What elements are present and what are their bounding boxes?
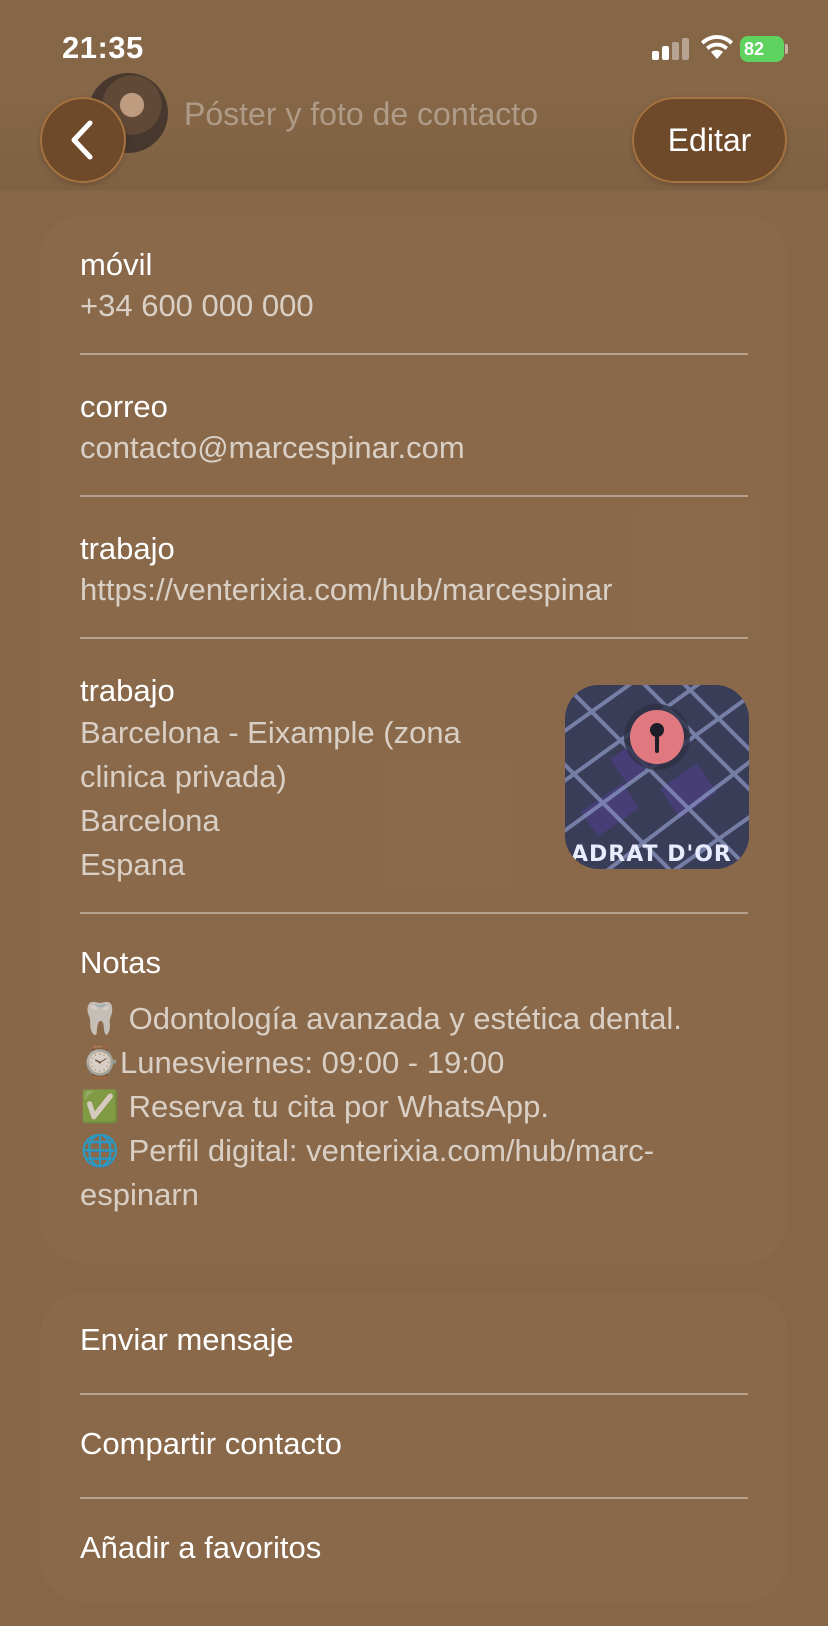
cellular-signal-icon xyxy=(652,38,692,60)
status-time: 21:35 xyxy=(62,30,144,65)
notes-label: Notas xyxy=(80,945,161,980)
wifi-icon xyxy=(700,34,734,60)
address-line: clinica privada) xyxy=(80,759,287,794)
add-favorite-button[interactable]: Añadir a favoritos xyxy=(80,1528,748,1568)
address-line: Barcelona xyxy=(80,803,220,838)
share-contact-button[interactable]: Compartir contacto xyxy=(80,1424,748,1464)
address-map-thumbnail[interactable]: ADRAT D'OR xyxy=(565,685,749,869)
notes-field[interactable]: Notas 🦷 Odontología avanzada y estética … xyxy=(80,943,748,1217)
notes-line-text: Odontología avanzada y estética dental. xyxy=(120,1001,682,1036)
battery-level: 82 xyxy=(740,36,784,62)
globe-icon: 🌐 xyxy=(80,1133,120,1168)
contact-actions-card: Enviar mensaje Compartir contacto Añadir… xyxy=(40,1292,788,1602)
address-line: Barcelona - Eixample (zona xyxy=(80,715,461,750)
divider xyxy=(80,637,748,639)
battery-tip xyxy=(785,44,788,54)
poster-title[interactable]: Póster y foto de contacto xyxy=(184,96,538,133)
address-line: Espana xyxy=(80,847,186,882)
notes-line-text: Reserva tu cita por WhatsApp. xyxy=(120,1089,550,1124)
divider xyxy=(80,1497,748,1499)
divider xyxy=(80,1393,748,1395)
email-label: correo xyxy=(80,389,168,424)
notes-line: 🌐 Perfil digital: venterixia.com/hub/mar… xyxy=(80,1129,748,1173)
battery-icon: 82 xyxy=(740,36,788,62)
work-url-field[interactable]: trabajo https://venterixia.com/hub/marce… xyxy=(80,529,748,611)
work-address-label: trabajo xyxy=(80,673,175,708)
mobile-field[interactable]: móvil +34 600 000 000 xyxy=(80,245,748,327)
email-value[interactable]: contacto@marcespinar.com xyxy=(80,427,748,469)
tooth-icon: 🦷 xyxy=(80,1001,120,1036)
divider xyxy=(80,495,748,497)
map-label: ADRAT D'OR xyxy=(571,842,732,867)
send-message-button[interactable]: Enviar mensaje xyxy=(80,1320,748,1360)
work-address-field[interactable]: trabajo Barcelona - Eixample (zona clini… xyxy=(80,671,540,887)
notes-line-text: Perfil digital: venterixia.com/hub/marc- xyxy=(120,1133,655,1168)
work-url-value[interactable]: https://venterixia.com/hub/marcespinar xyxy=(80,569,748,611)
notes-line: 🦷 Odontología avanzada y estética dental… xyxy=(80,997,748,1041)
work-url-label: trabajo xyxy=(80,531,175,566)
notes-text: 🦷 Odontología avanzada y estética dental… xyxy=(80,997,748,1217)
back-button[interactable] xyxy=(40,97,126,183)
email-field[interactable]: correo contacto@marcespinar.com xyxy=(80,387,748,469)
address-lines[interactable]: Barcelona - Eixample (zona clinica priva… xyxy=(80,711,540,887)
divider xyxy=(80,353,748,355)
watch-icon: ⌚ xyxy=(80,1045,120,1080)
notes-line-text: Lunesviernes: 09:00 - 19:00 xyxy=(120,1045,505,1080)
mobile-label: móvil xyxy=(80,247,153,282)
contact-info-card: móvil +34 600 000 000 correo contacto@ma… xyxy=(40,215,788,1263)
chevron-left-icon xyxy=(71,120,93,160)
notes-line: ✅ Reserva tu cita por WhatsApp. xyxy=(80,1085,748,1129)
notes-line: espinarn xyxy=(80,1177,199,1212)
notes-line: ⌚Lunesviernes: 09:00 - 19:00 xyxy=(80,1041,748,1085)
mobile-value[interactable]: +34 600 000 000 xyxy=(80,285,748,327)
divider xyxy=(80,912,748,914)
edit-button[interactable]: Editar xyxy=(632,97,787,183)
check-icon: ✅ xyxy=(80,1089,120,1124)
